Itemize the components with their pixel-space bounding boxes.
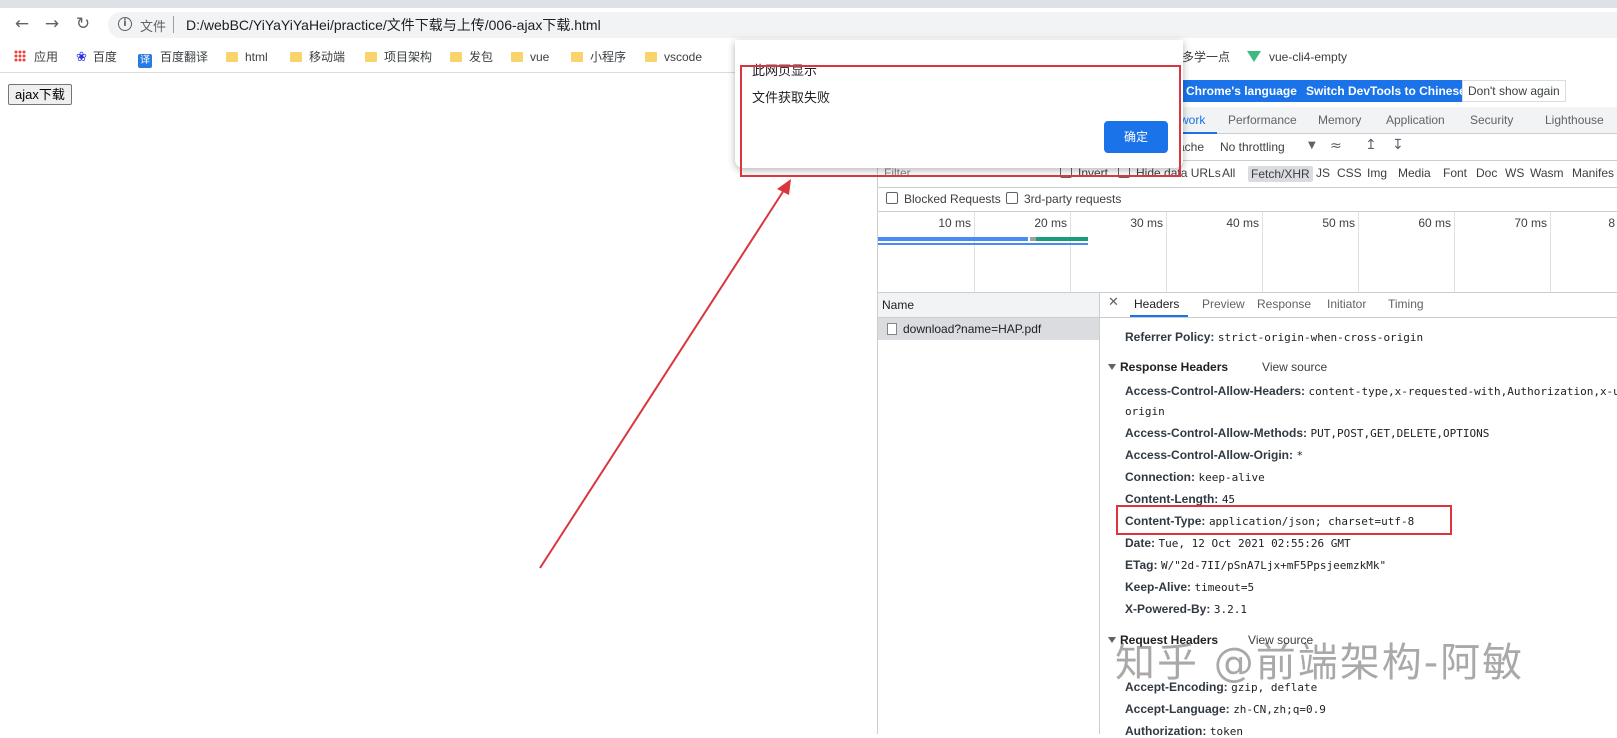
watermark: 知乎 @前端架构-阿敏 xyxy=(1115,640,1525,686)
annotation-arrow xyxy=(539,179,791,569)
